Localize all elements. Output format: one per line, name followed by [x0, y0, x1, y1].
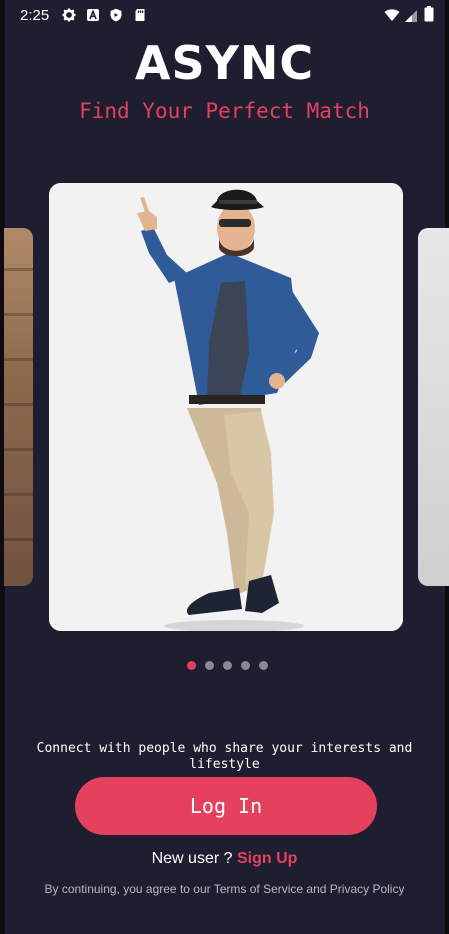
gear-icon [62, 8, 76, 22]
signup-prompt: New user ? Sign Up [0, 850, 449, 868]
shield-icon [110, 8, 122, 22]
app-tagline: Find Your Perfect Match [79, 99, 370, 123]
signup-link[interactable]: Sign Up [237, 850, 297, 867]
sd-card-icon [135, 9, 145, 21]
login-button[interactable]: Log In [75, 777, 377, 835]
battery-icon [424, 6, 434, 22]
status-time: 2:25 [20, 7, 50, 24]
status-bar: 2:25 [0, 0, 449, 32]
welcome-description: Connect with people who share your inter… [36, 741, 413, 772]
pagination-dot[interactable] [223, 661, 232, 670]
a-icon [87, 9, 99, 21]
pagination-dot[interactable] [241, 661, 250, 670]
profile-photo [49, 183, 403, 631]
pagination-dot-active[interactable] [187, 661, 196, 670]
app-title: ASYNC [134, 36, 315, 90]
pagination-dot[interactable] [205, 661, 214, 670]
signal-icon [405, 10, 417, 22]
pagination-dot[interactable] [259, 661, 268, 670]
carousel-card-previous[interactable] [4, 228, 33, 586]
carousel-pagination [187, 661, 268, 671]
carousel-card-current[interactable] [49, 183, 403, 631]
app-screen: 2:25 ASYNC Find Your Perfect Match Conne… [0, 0, 449, 934]
wifi-icon [384, 9, 400, 21]
carousel-card-next[interactable] [418, 228, 449, 586]
new-user-text: New user ? [151, 850, 237, 867]
legal-disclaimer: By continuing, you agree to our Terms of… [44, 882, 405, 896]
